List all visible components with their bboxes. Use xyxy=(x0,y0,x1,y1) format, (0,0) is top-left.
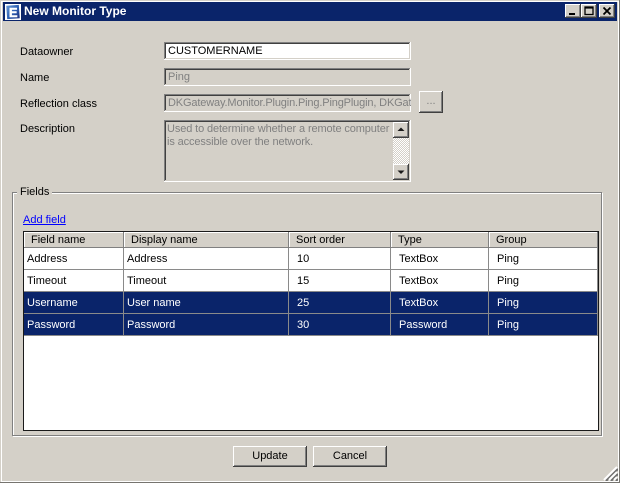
svg-text:E: E xyxy=(9,5,18,20)
